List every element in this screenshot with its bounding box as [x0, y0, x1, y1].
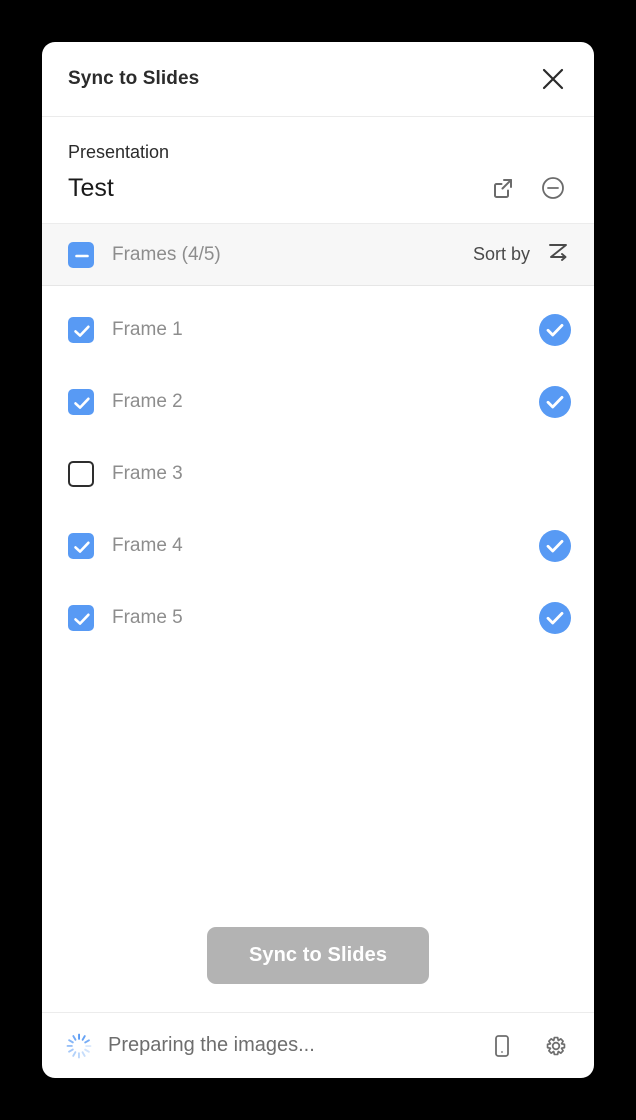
gear-icon[interactable] [540, 1030, 572, 1062]
frame-label: Frame 1 [112, 319, 183, 340]
frame-checkbox[interactable] [68, 317, 94, 343]
frame-synced-check-icon [539, 386, 571, 418]
frame-synced-check-icon [539, 314, 571, 346]
frame-label: Frame 5 [112, 607, 183, 628]
sort-by-label: Sort by [472, 244, 530, 264]
status-bar: Preparing the images... [42, 1012, 594, 1078]
sort-by-control[interactable]: Sort by [473, 238, 572, 271]
select-all-frames-checkbox[interactable] [68, 241, 94, 268]
dialog-titlebar: Sync to Slides [42, 42, 594, 117]
frame-label: Frame 2 [112, 391, 183, 412]
mobile-device-icon[interactable] [486, 1030, 518, 1062]
loading-spinner-icon [64, 1031, 94, 1061]
presentation-name: Test [68, 174, 114, 202]
frame-status-empty [539, 458, 571, 490]
frame-checkbox[interactable] [68, 533, 94, 559]
presentation-row: Test [68, 173, 568, 203]
external-link-icon[interactable] [488, 173, 518, 203]
frame-label: Frame 3 [112, 463, 183, 484]
frame-checkbox[interactable] [68, 461, 94, 487]
dialog-title: Sync to Slides [68, 68, 200, 89]
frame-list-item[interactable]: Frame 1 [42, 294, 594, 366]
frame-list-item[interactable]: Frame 3 [42, 438, 594, 510]
frame-synced-check-icon [539, 602, 571, 634]
presentation-section: Presentation Test [42, 117, 594, 223]
frame-checkbox[interactable] [68, 605, 94, 631]
frame-list-item[interactable]: Frame 4 [42, 510, 594, 582]
sync-to-slides-dialog: Sync to Slides Presentation Test Frames … [42, 42, 594, 1078]
status-bar-actions [486, 1030, 572, 1062]
frame-synced-check-icon [539, 530, 571, 562]
frames-header-row: Frames (4/5) Sort by [42, 223, 594, 286]
frame-checkbox[interactable] [68, 389, 94, 415]
frame-list-item[interactable]: Frame 5 [42, 582, 594, 654]
presentation-label: Presentation [68, 142, 170, 162]
close-icon[interactable] [536, 62, 570, 96]
status-message: Preparing the images... [108, 1034, 315, 1056]
sync-to-slides-button[interactable]: Sync to Slides [207, 927, 429, 984]
sort-z-arrow-icon[interactable] [544, 238, 572, 271]
presentation-actions [488, 173, 568, 203]
action-area: Sync to Slides [42, 927, 594, 1012]
frame-label: Frame 4 [112, 535, 183, 556]
minus-circle-icon[interactable] [538, 173, 568, 203]
frames-list: Frame 1 Frame 2 Frame 3 Frame 4 Frame 5 [42, 286, 594, 927]
frames-count-label: Frames (4/5) [112, 243, 221, 265]
frame-list-item[interactable]: Frame 2 [42, 366, 594, 438]
